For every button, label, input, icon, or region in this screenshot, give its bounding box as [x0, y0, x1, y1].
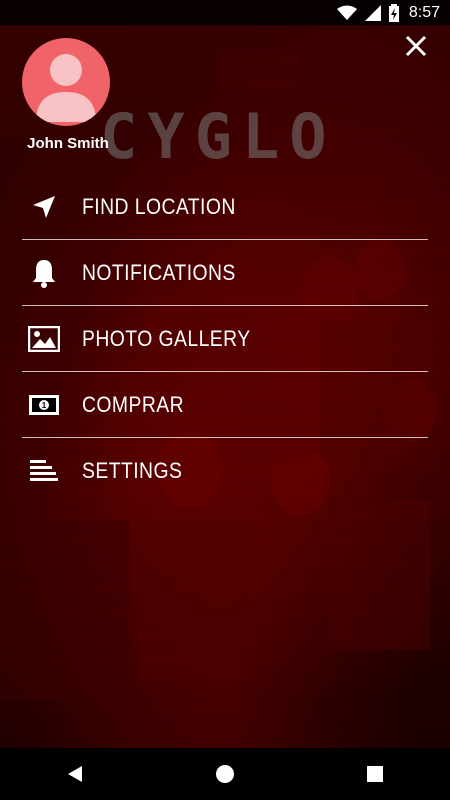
- back-icon: [68, 766, 82, 782]
- brand-logo: CYGLO: [100, 100, 337, 173]
- menu-item-label: NOTIFICATIONS: [82, 259, 236, 285]
- recents-icon: [367, 766, 383, 782]
- menu-item-label: FIND LOCATION: [82, 193, 236, 219]
- avatar-person-icon: [36, 54, 96, 122]
- user-name: John Smith: [27, 135, 109, 152]
- svg-text:1: 1: [42, 401, 47, 410]
- menu-item-label: PHOTO GALLERY: [82, 325, 251, 351]
- battery-charging-icon: [388, 3, 399, 22]
- menu-item-find-location[interactable]: FIND LOCATION: [22, 174, 428, 240]
- status-bar: 8:57: [0, 0, 450, 25]
- close-icon: [405, 35, 427, 57]
- list-lines-icon: [22, 459, 66, 483]
- menu-item-notifications[interactable]: NOTIFICATIONS: [22, 240, 428, 306]
- menu-item-label: SETTINGS: [82, 457, 183, 483]
- bell-icon: [22, 258, 66, 288]
- status-time: 8:57: [408, 3, 440, 21]
- signal-icon: [364, 4, 381, 21]
- image-icon: [22, 325, 66, 352]
- navigation-arrow-icon: [22, 194, 66, 220]
- money-bill-icon: 1: [22, 394, 66, 416]
- home-icon: [216, 765, 234, 783]
- home-button[interactable]: [195, 748, 255, 800]
- close-button[interactable]: [402, 32, 430, 60]
- system-nav-bar: [0, 748, 450, 800]
- drawer-menu: FIND LOCATION NOTIFICATIONS PHOTO GALLER…: [22, 174, 428, 503]
- menu-item-photo-gallery[interactable]: PHOTO GALLERY: [22, 306, 428, 372]
- menu-item-settings[interactable]: SETTINGS: [22, 438, 428, 503]
- menu-item-comprar[interactable]: 1 COMPRAR: [22, 372, 428, 438]
- recents-button[interactable]: [345, 748, 405, 800]
- avatar[interactable]: [22, 38, 110, 126]
- menu-item-label: COMPRAR: [82, 391, 185, 417]
- wifi-icon: [336, 5, 357, 21]
- back-button[interactable]: [45, 748, 105, 800]
